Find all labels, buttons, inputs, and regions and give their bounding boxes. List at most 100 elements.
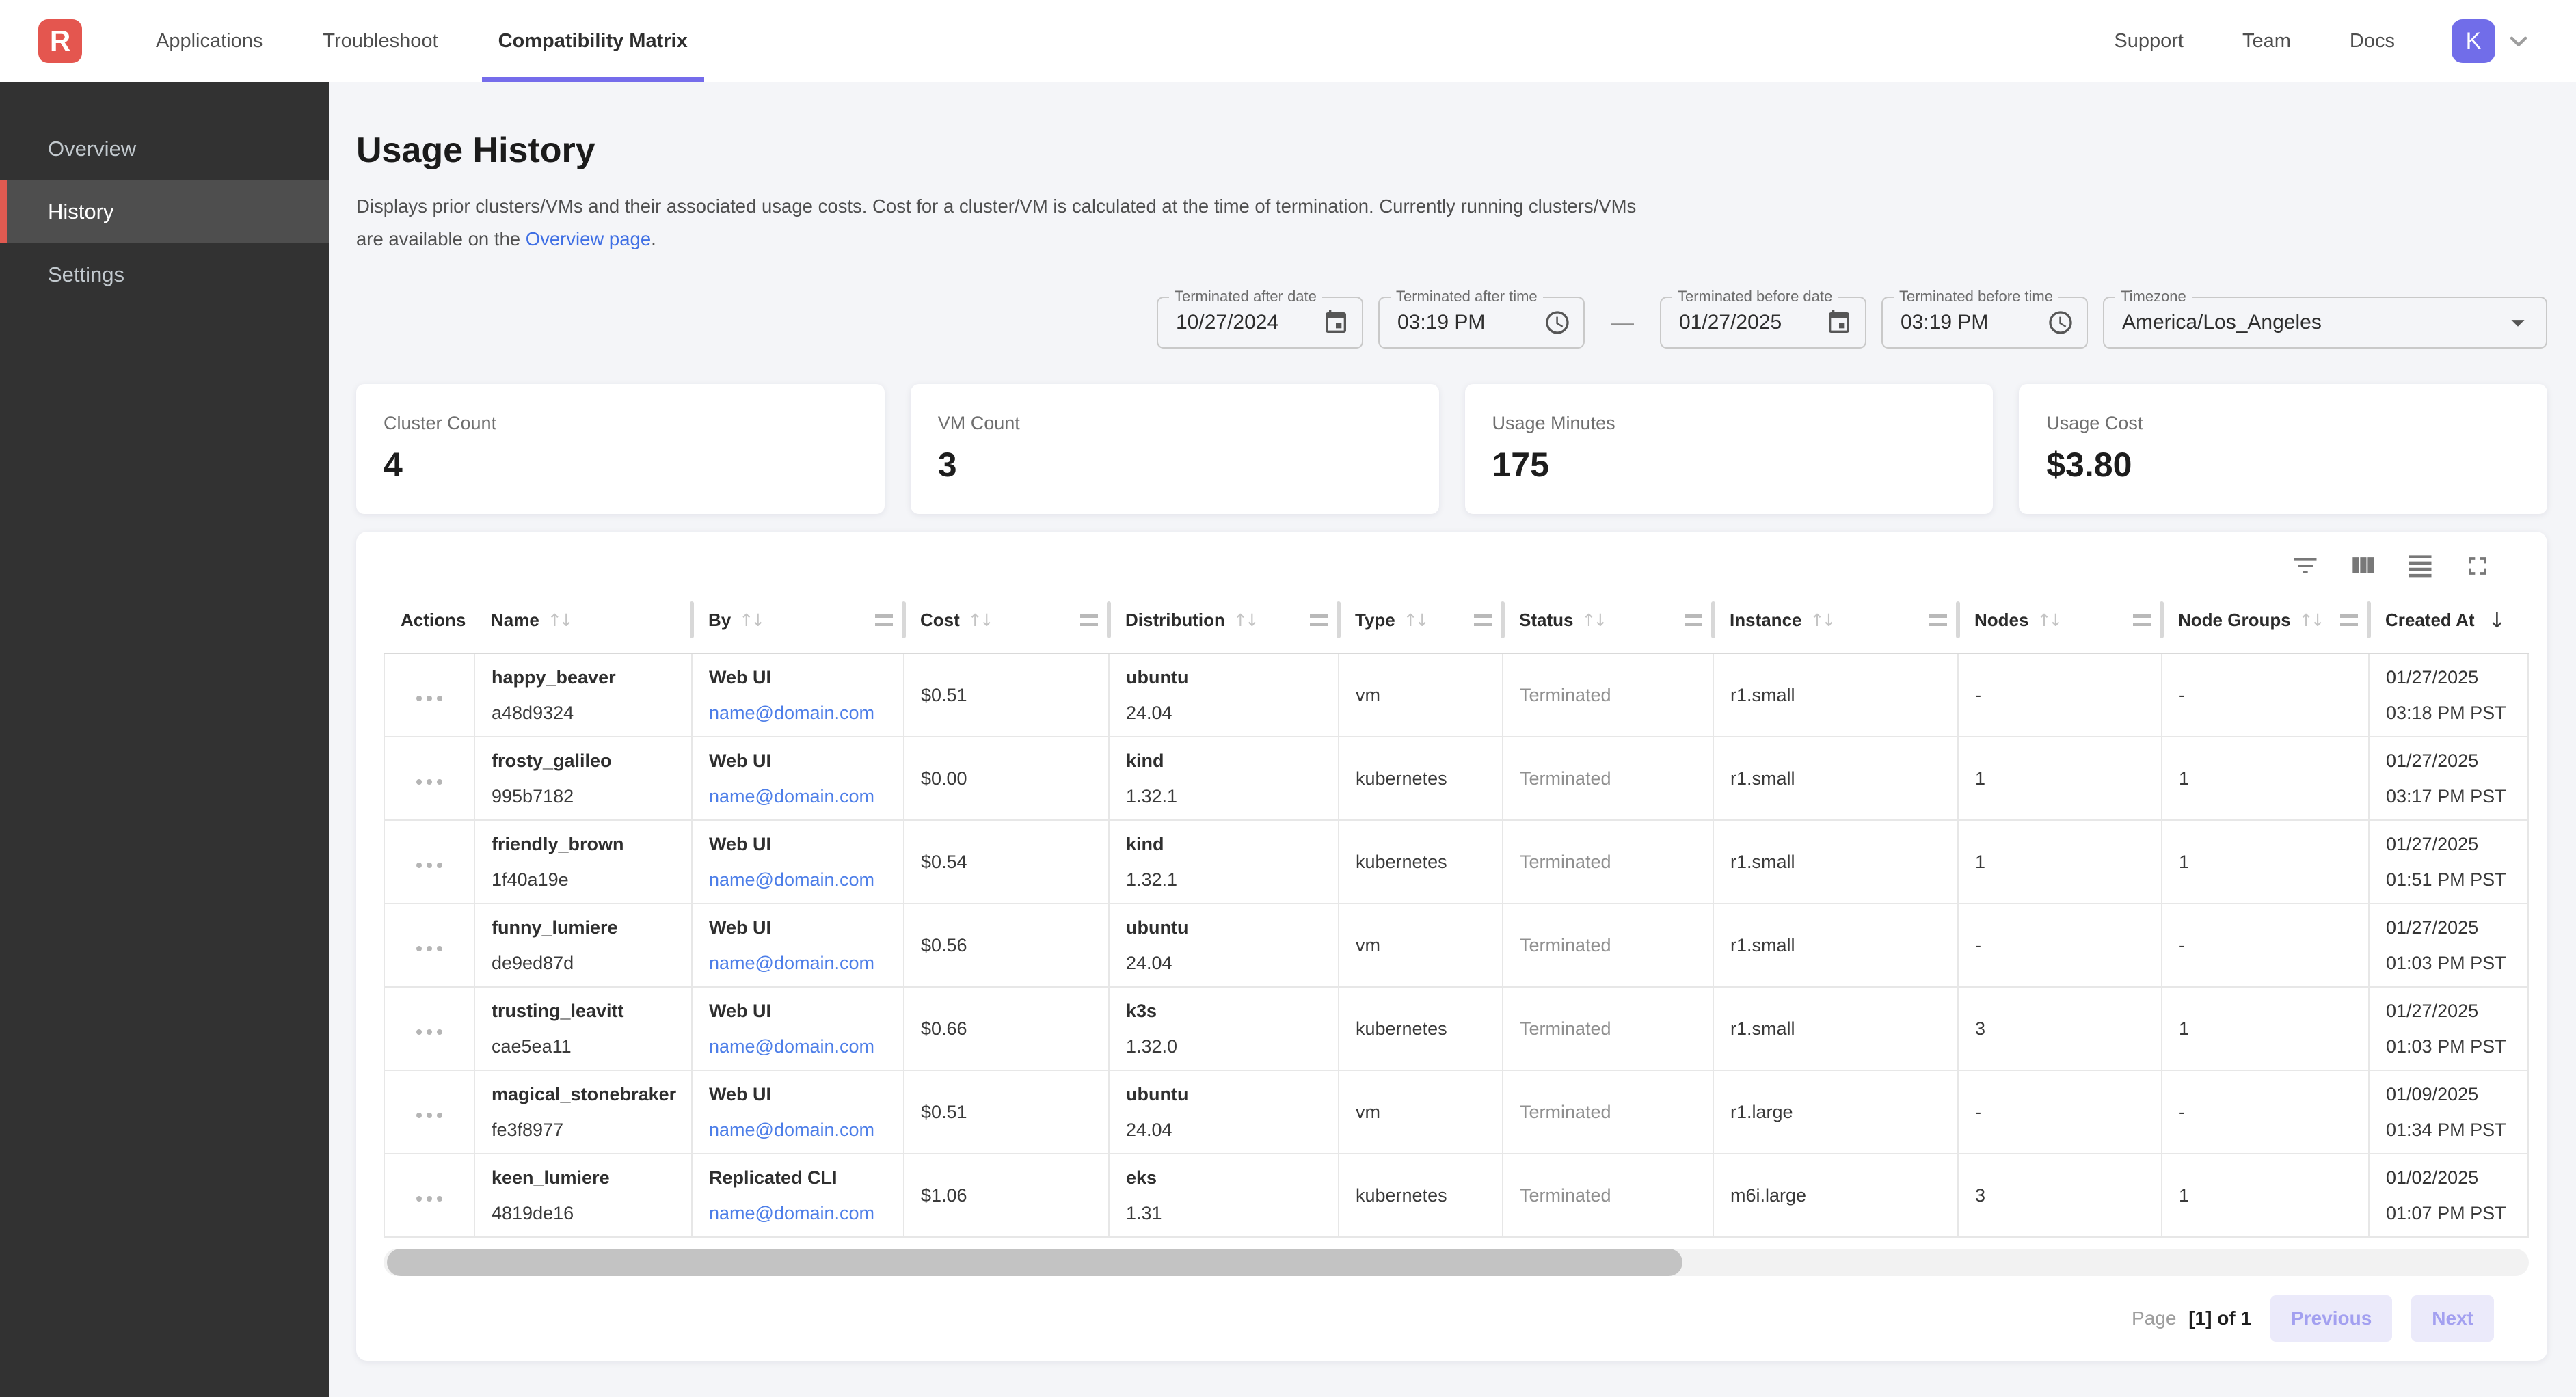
cluster-id: a48d9324 [492,699,683,727]
actions-cell [384,820,474,904]
stat-label: Cluster Count [384,413,857,434]
node-groups-cell: 1 [2162,820,2369,904]
sidebar-item[interactable]: Overview [0,118,329,180]
column-header[interactable]: Nodes ↑↓ [1958,588,2162,653]
stat-label: Usage Cost [2046,413,2520,434]
column-header[interactable]: Created At ↓ [2369,588,2528,653]
created-at-cell: 01/27/2025 01:03 PM PST [2369,987,2528,1070]
filter-field-value[interactable]: 03:19 PM [1901,311,2036,334]
row-actions-menu-icon[interactable] [416,946,442,951]
column-header[interactable]: Instance ↑↓ [1713,588,1958,653]
by-email-link[interactable]: name@domain.com [709,953,874,973]
created-date: 01/27/2025 [2386,997,2519,1025]
nav-tab[interactable]: Compatibility Matrix [482,0,704,82]
name-cell: frosty_galileo 995b7182 [474,737,692,820]
row-actions-menu-icon[interactable] [416,1196,442,1202]
user-avatar[interactable]: K [2452,19,2495,63]
filter-field-label: Terminated before date [1672,288,1838,306]
created-at-cell: 01/09/2025 01:34 PM PST [2369,1070,2528,1154]
by-email-link[interactable]: name@domain.com [709,786,874,806]
replicated-logo[interactable]: R [38,19,82,63]
sidebar-item[interactable]: History [0,180,329,243]
row-actions-menu-icon[interactable] [416,696,442,701]
nav-tab[interactable]: Troubleshoot [306,0,454,82]
horizontal-scrollbar-track[interactable] [384,1249,2529,1276]
usage-table-card: Actions Nam [356,532,2547,1361]
filter-field-value[interactable]: 03:19 PM [1397,311,1533,334]
column-header[interactable]: Name ↑↓ [474,588,692,653]
nodes-cell: - [1958,1070,2162,1154]
column-header[interactable]: Distribution ↑↓ [1109,588,1339,653]
type-cell: kubernetes [1339,1154,1503,1237]
previous-button[interactable]: Previous [2270,1295,2392,1342]
row-actions-menu-icon[interactable] [416,863,442,868]
column-menu-icon[interactable] [1929,614,1947,626]
nav-link[interactable]: Docs [2320,30,2424,53]
by-email-link[interactable]: name@domain.com [709,703,874,723]
distribution-version: 1.32.1 [1126,783,1330,810]
sidebar-item-label: History [48,200,113,224]
calendar-icon[interactable] [1322,309,1350,336]
filter-field[interactable]: Terminated before date 01/27/2025 [1660,297,1866,349]
dropdown-arrow-icon[interactable] [2502,307,2534,338]
next-button[interactable]: Next [2411,1295,2494,1342]
sidebar-item[interactable]: Settings [0,243,329,306]
column-header[interactable]: Node Groups ↑↓ [2162,588,2369,653]
status-badge: Terminated [1520,685,1611,705]
row-actions-menu-icon[interactable] [416,1029,442,1035]
by-email-link[interactable]: name@domain.com [709,1203,874,1223]
instance-cell: m6i.large [1713,1154,1958,1237]
column-menu-icon[interactable] [1685,614,1702,626]
filter-field-label: Terminated after time [1391,288,1543,306]
column-menu-icon[interactable] [2340,614,2358,626]
column-menu-icon[interactable] [2133,614,2151,626]
nodes-cell: 3 [1958,987,2162,1070]
column-menu-icon[interactable] [1080,614,1098,626]
clock-icon[interactable] [1544,309,1571,336]
column-menu-icon[interactable] [875,614,893,626]
row-actions-menu-icon[interactable] [416,1113,442,1118]
column-menu-icon[interactable] [1310,614,1328,626]
filter-row: Terminated after date 10/27/2024 Termina… [356,297,2547,349]
density-icon[interactable] [2405,551,2435,581]
column-header[interactable]: Actions [384,588,474,653]
column-header[interactable]: By ↑↓ [692,588,904,653]
overview-page-link[interactable]: Overview page [526,228,651,249]
fullscreen-icon[interactable] [2463,551,2493,581]
clock-icon[interactable] [2047,309,2074,336]
filter-field[interactable]: Timezone America/Los_Angeles [2103,297,2547,349]
filter-icon[interactable] [2290,551,2320,581]
type-cell: vm [1339,653,1503,737]
filter-field[interactable]: Terminated after date 10/27/2024 [1157,297,1363,349]
filter-field-value[interactable]: 01/27/2025 [1679,311,1814,334]
filter-field[interactable]: Terminated before time 03:19 PM [1881,297,2088,349]
column-header[interactable]: Cost ↑↓ [904,588,1109,653]
actions-cell [384,653,474,737]
nav-tab[interactable]: Applications [139,0,279,82]
sort-arrows-icon: ↑↓ [739,610,762,630]
page-title: Usage History [356,130,2547,171]
by-email-link[interactable]: name@domain.com [709,1036,874,1057]
type-cell: kubernetes [1339,737,1503,820]
nav-link[interactable]: Support [2084,30,2213,53]
horizontal-scrollbar-thumb[interactable] [387,1249,1682,1276]
sort-desc-icon: ↓ [2488,608,2506,633]
filter-field[interactable]: Terminated after time 03:19 PM [1378,297,1585,349]
row-actions-menu-icon[interactable] [416,779,442,785]
column-header[interactable]: Status ↑↓ [1503,588,1713,653]
column-menu-icon[interactable] [1474,614,1492,626]
by-cell: Web UI name@domain.com [692,987,904,1070]
by-email-link[interactable]: name@domain.com [709,1120,874,1140]
status-cell: Terminated [1503,653,1713,737]
calendar-icon[interactable] [1825,309,1853,336]
by-email-link[interactable]: name@domain.com [709,869,874,890]
by-cell: Replicated CLI name@domain.com [692,1154,904,1237]
nav-link[interactable]: Team [2213,30,2320,53]
chevron-down-icon[interactable] [2505,27,2532,55]
filter-field-value[interactable]: 10/27/2024 [1176,311,1311,334]
table-row: funny_lumiere de9ed87d Web UI name@domai… [384,904,2528,987]
page-value: [1] of 1 [2188,1307,2251,1329]
filter-field-value[interactable]: America/Los_Angeles [2122,311,2491,334]
column-header[interactable]: Type ↑↓ [1339,588,1503,653]
columns-icon[interactable] [2348,551,2378,581]
